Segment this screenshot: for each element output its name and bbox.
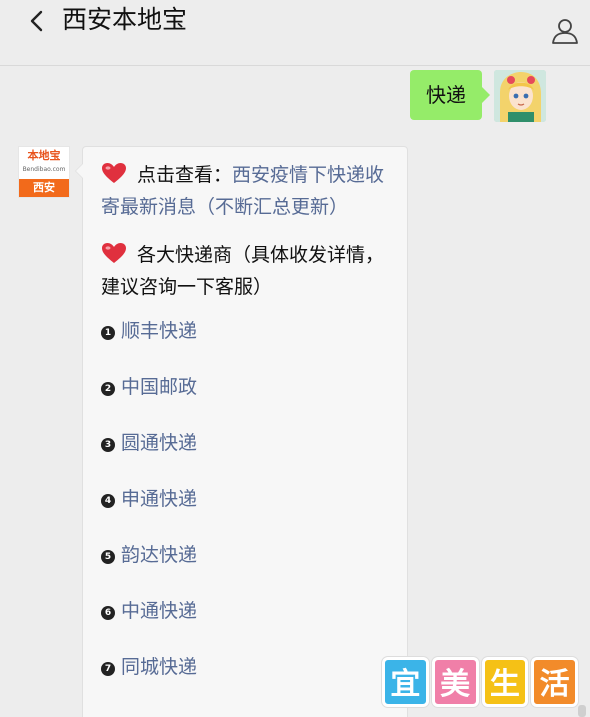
para1-prefix: 点击查看： bbox=[137, 164, 233, 186]
courier-item[interactable]: 5 韵达快递 bbox=[101, 543, 391, 567]
incoming-message: 点击查看：西安疫情下快递收寄最新消息（不断汇总更新） 各大快递商（具体收发详情，… bbox=[75, 146, 408, 717]
courier-item[interactable]: 7 同城快递 bbox=[101, 655, 391, 679]
logo-text: 本地宝 bbox=[27, 149, 61, 162]
courier-item[interactable]: 4 申通快递 bbox=[101, 487, 391, 511]
message-paragraph-2: 各大快递商（具体收发详情，建议咨询一下客服） bbox=[101, 239, 391, 303]
watermark-tile: 宜 bbox=[382, 657, 429, 707]
user-avatar[interactable] bbox=[494, 70, 546, 122]
watermark-tile: 活 bbox=[531, 657, 578, 707]
heart-icon bbox=[102, 243, 126, 263]
logo-city: 西安 bbox=[19, 179, 69, 197]
para2-text: 各大快递商（具体收发详情，建议咨询一下客服） bbox=[101, 244, 385, 298]
courier-link[interactable]: 韵达快递 bbox=[121, 544, 197, 566]
number-badge: 4 bbox=[101, 494, 115, 508]
courier-link[interactable]: 中国邮政 bbox=[121, 376, 197, 398]
top-bar: 西安本地宝 bbox=[0, 0, 590, 66]
scrollbar[interactable] bbox=[578, 705, 586, 717]
courier-item[interactable]: 6 中通快递 bbox=[101, 599, 391, 623]
outgoing-message-text: 快递 bbox=[426, 83, 466, 107]
courier-list: 1 顺丰快递 2 中国邮政 3 圆通快递 4 申通快递 5 韵达快递 6 中通快递 7 同城快递 bbox=[101, 319, 391, 679]
number-badge: 2 bbox=[101, 382, 115, 396]
courier-link[interactable]: 申通快递 bbox=[121, 488, 197, 510]
courier-item[interactable]: 3 圆通快递 bbox=[101, 431, 391, 455]
message-paragraph-1: 点击查看：西安疫情下快递收寄最新消息（不断汇总更新） bbox=[101, 159, 391, 223]
logo-url: Bendibao.com bbox=[22, 166, 66, 173]
number-badge: 3 bbox=[101, 438, 115, 452]
watermark-tile: 美 bbox=[431, 657, 479, 707]
bot-avatar[interactable]: 本地宝 Bendibao.com 西安 bbox=[18, 146, 70, 198]
courier-item[interactable]: 1 顺丰快递 bbox=[101, 319, 391, 343]
number-badge: 1 bbox=[101, 326, 115, 340]
courier-link[interactable]: 顺丰快递 bbox=[121, 320, 197, 342]
courier-link[interactable]: 同城快递 bbox=[121, 656, 197, 678]
number-badge: 5 bbox=[101, 550, 115, 564]
chevron-left-icon[interactable] bbox=[24, 6, 50, 36]
courier-link[interactable]: 中通快递 bbox=[121, 600, 197, 622]
watermark-logo: 宜美生活 bbox=[382, 657, 578, 707]
avatar-image bbox=[494, 70, 546, 122]
outgoing-message[interactable]: 快递 bbox=[410, 70, 490, 120]
page-title: 西安本地宝 bbox=[62, 5, 188, 34]
number-badge: 7 bbox=[101, 662, 115, 676]
person-icon[interactable] bbox=[550, 16, 580, 46]
courier-item[interactable]: 2 中国邮政 bbox=[101, 375, 391, 399]
number-badge: 6 bbox=[101, 606, 115, 620]
watermark-tile: 生 bbox=[481, 657, 529, 707]
courier-link[interactable]: 圆通快递 bbox=[121, 432, 197, 454]
heart-icon bbox=[102, 163, 126, 183]
